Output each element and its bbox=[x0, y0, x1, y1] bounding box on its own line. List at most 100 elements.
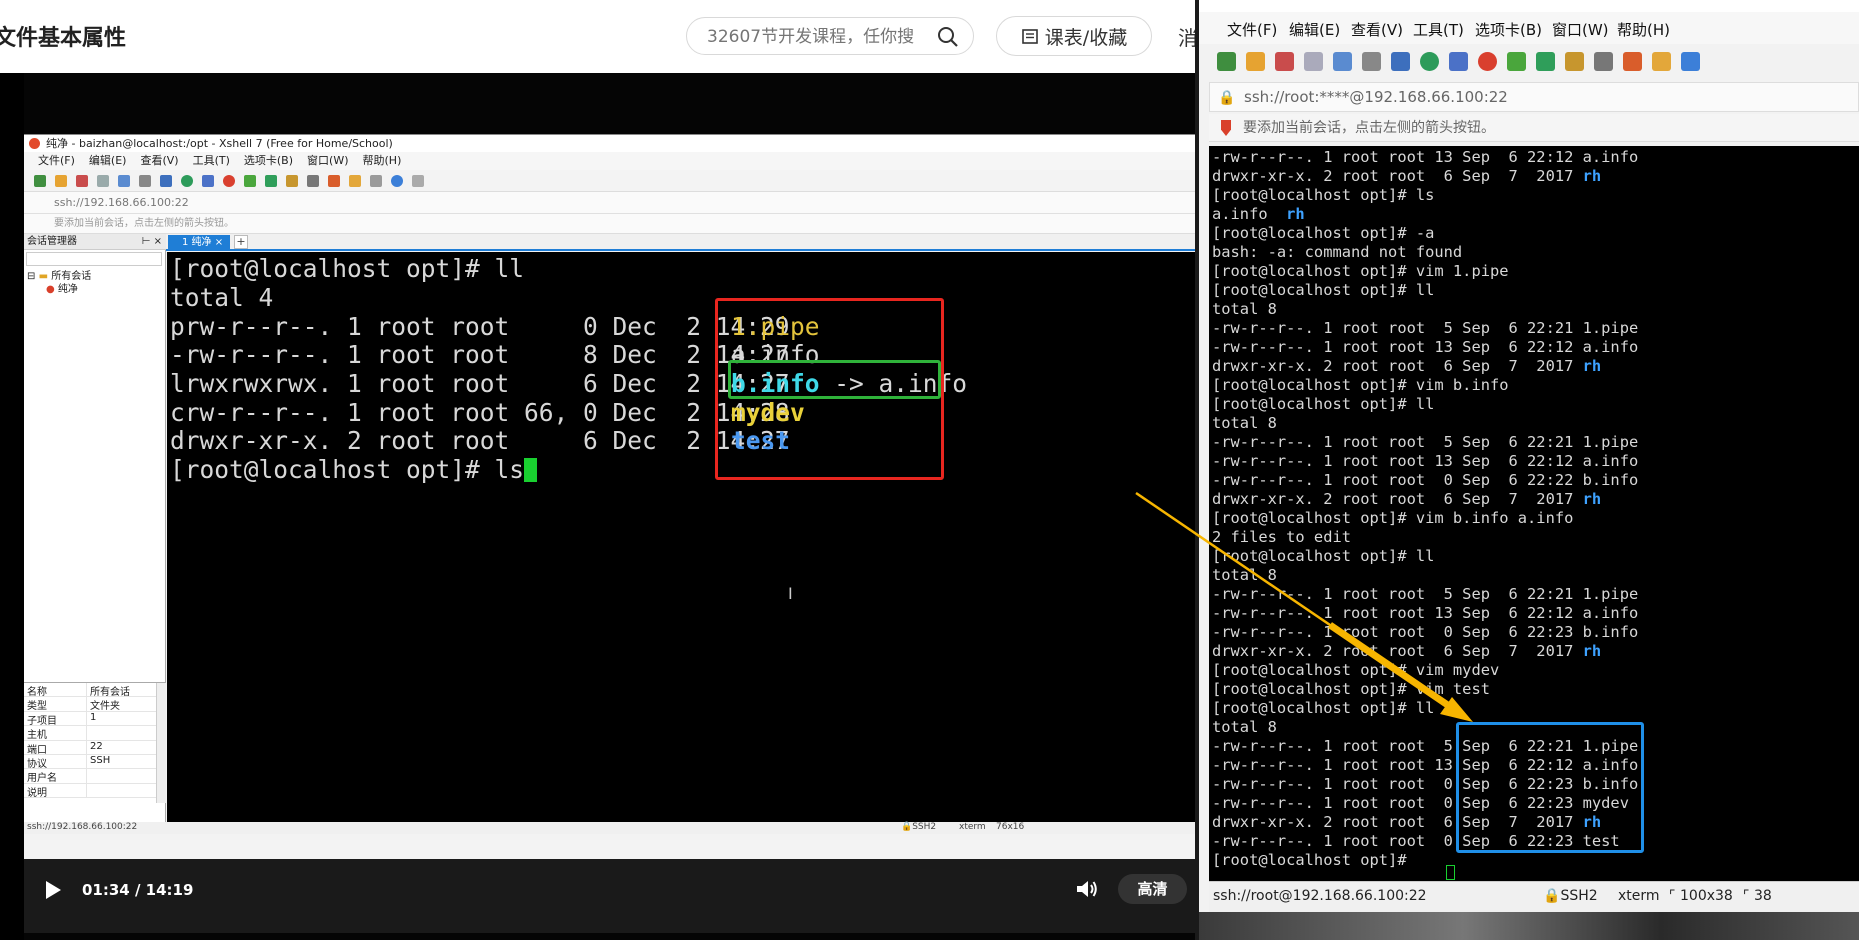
terminal-line: 2 files to edit bbox=[1212, 528, 1351, 546]
menu-view[interactable]: 查看(V) bbox=[1351, 19, 1403, 40]
new-session-icon[interactable] bbox=[34, 174, 46, 187]
video-player[interactable]: 纯净 - baizhan@localhost:/opt - Xshell 7 (… bbox=[24, 73, 1195, 940]
embedded-toolbar bbox=[24, 170, 1195, 192]
tree-item-session[interactable]: ● 纯净 bbox=[46, 280, 78, 295]
directory-name: rh bbox=[1582, 642, 1602, 660]
tab-label: 1 纯净 bbox=[182, 237, 212, 248]
volume-icon[interactable] bbox=[1076, 879, 1098, 899]
keyboard-icon[interactable] bbox=[307, 174, 319, 187]
layout-split-icon[interactable] bbox=[1681, 51, 1700, 71]
status-term: xterm bbox=[1618, 888, 1660, 904]
highlight-icon[interactable] bbox=[1623, 51, 1642, 71]
globe-icon[interactable] bbox=[181, 174, 193, 187]
properties-icon[interactable] bbox=[118, 174, 130, 187]
script-icon[interactable] bbox=[1507, 51, 1526, 71]
properties-icon[interactable] bbox=[1333, 51, 1352, 71]
connect-icon[interactable] bbox=[76, 174, 88, 187]
menu-tabs[interactable]: 选项卡(B) bbox=[1475, 19, 1542, 40]
address-text: ssh://root:****@192.168.66.100:22 bbox=[1244, 88, 1508, 106]
fullscreen-icon[interactable] bbox=[1536, 51, 1555, 71]
layout-icon[interactable] bbox=[1391, 51, 1410, 71]
terminal-line: -rw-r--r--. 1 root root 0 Sep 6 22:23 b.… bbox=[1212, 623, 1639, 641]
schedule-favorites-button[interactable]: 课表/收藏 bbox=[996, 16, 1152, 56]
terminal-line: [root@localhost opt]# -a bbox=[1212, 224, 1435, 242]
grid-icon[interactable] bbox=[370, 174, 382, 187]
embedded-hint-text: 要添加当前会话，点击左侧的箭头按钮。 bbox=[54, 218, 234, 229]
window-title-bar bbox=[1199, 0, 1859, 12]
open-folder-icon[interactable] bbox=[1246, 51, 1265, 71]
globe-icon[interactable] bbox=[1420, 51, 1439, 71]
open-folder-icon[interactable] bbox=[55, 174, 67, 187]
terminal-line: -rw-r--r--. 1 root root 5 Sep 6 22:21 1.… bbox=[1212, 319, 1639, 337]
menu-window[interactable]: 窗口(W) bbox=[307, 154, 348, 167]
property-row: 子项目 1 bbox=[24, 711, 156, 727]
menu-tabs[interactable]: 选项卡(B) bbox=[244, 154, 293, 167]
menu-tools[interactable]: 工具(T) bbox=[193, 154, 230, 167]
menu-file[interactable]: 文件(F) bbox=[1227, 19, 1277, 40]
lock-icon[interactable] bbox=[1565, 51, 1584, 71]
menu-view[interactable]: 查看(V) bbox=[140, 154, 178, 167]
menu-file[interactable]: 文件(F) bbox=[38, 154, 75, 167]
menu-tools[interactable]: 工具(T) bbox=[1413, 19, 1464, 40]
terminal-line: [root@localhost opt]# vim b.info a.info bbox=[1212, 509, 1574, 527]
find-icon[interactable] bbox=[1362, 51, 1381, 71]
chat-icon[interactable] bbox=[412, 174, 424, 187]
find-icon[interactable] bbox=[139, 174, 151, 187]
status-extra: ⌜ 38 bbox=[1743, 888, 1772, 904]
session-tab-bar: 1 纯净 × + bbox=[166, 234, 1195, 251]
script-icon[interactable] bbox=[244, 174, 256, 187]
menu-help[interactable]: 帮助(H) bbox=[1617, 19, 1670, 40]
new-session-icon[interactable] bbox=[1217, 51, 1236, 71]
font-icon[interactable] bbox=[1449, 51, 1468, 71]
session-manager-header: 会话管理器 ⊢ × bbox=[24, 234, 166, 250]
pin-close-icon[interactable]: ⊢ × bbox=[142, 234, 162, 250]
embedded-xshell-window: 纯净 - baizhan@localhost:/opt - Xshell 7 (… bbox=[24, 134, 1195, 859]
menu-help[interactable]: 帮助(H) bbox=[363, 154, 402, 167]
play-button[interactable] bbox=[46, 881, 61, 899]
search-box[interactable] bbox=[686, 17, 974, 55]
embedded-session-hint: 要添加当前会话，点击左侧的箭头按钮。 bbox=[24, 214, 1195, 234]
layout-icon[interactable] bbox=[160, 174, 172, 187]
file-meta: prw-r--r--. 1 root root 0 Dec 2 14:29 bbox=[170, 312, 790, 341]
connect-icon[interactable] bbox=[1275, 51, 1294, 71]
highlight-icon[interactable] bbox=[328, 174, 340, 187]
session-search-input[interactable] bbox=[26, 252, 162, 266]
transfer-icon[interactable] bbox=[349, 174, 361, 187]
terminal-line: drwxr-xr-x. 2 root root 6 Sep 7 2017 rh bbox=[1212, 167, 1602, 185]
hint-text: 要添加当前会话，点击左侧的箭头按钮。 bbox=[1243, 120, 1495, 136]
transfer-icon[interactable] bbox=[1652, 51, 1671, 71]
help-icon[interactable] bbox=[391, 174, 403, 187]
add-tab-button[interactable]: + bbox=[234, 235, 248, 249]
terminal[interactable]: -rw-r--r--. 1 root root 13 Sep 6 22:12 a… bbox=[1209, 146, 1859, 881]
file-meta: lrwxrwxrwx. 1 root root 6 Dec 2 14:27 bbox=[170, 369, 790, 398]
embedded-address-bar[interactable]: ssh://192.168.66.100:22 bbox=[24, 192, 1195, 214]
menu-edit[interactable]: 编辑(E) bbox=[89, 154, 127, 167]
search-icon[interactable] bbox=[937, 26, 959, 48]
font-icon[interactable] bbox=[202, 174, 214, 187]
property-row: 说明 bbox=[24, 783, 156, 799]
embedded-status-size: 76x16 bbox=[996, 822, 1025, 832]
properties-scrollbar[interactable] bbox=[156, 683, 166, 803]
embedded-terminal[interactable]: [root@localhost opt]# ll total 4 prw-r--… bbox=[167, 252, 1195, 822]
terminal-line: [root@localhost opt]# ll bbox=[1212, 699, 1435, 717]
xshell-logo-icon bbox=[29, 138, 40, 149]
video-control-bar: 01:34 / 14:19 高清 bbox=[24, 859, 1195, 933]
lock-icon[interactable] bbox=[286, 174, 298, 187]
tab-session-1[interactable]: 1 纯净 × bbox=[168, 235, 230, 251]
disconnect-icon[interactable] bbox=[97, 174, 109, 187]
session-manager-title: 会话管理器 bbox=[27, 236, 77, 247]
quality-button[interactable]: 高清 bbox=[1118, 874, 1187, 904]
xftp-icon[interactable] bbox=[1478, 51, 1497, 71]
status-address: ssh://root@192.168.66.100:22 bbox=[1213, 888, 1427, 904]
menu-bar: 文件(F) 编辑(E) 查看(V) 工具(T) 选项卡(B) 窗口(W) 帮助(… bbox=[1199, 12, 1859, 44]
menu-edit[interactable]: 编辑(E) bbox=[1289, 19, 1340, 40]
terminal-line: -rw-r--r--. 1 root root 0 Sep 6 22:22 b.… bbox=[1212, 471, 1639, 489]
disconnect-icon[interactable] bbox=[1304, 51, 1323, 71]
xftp-icon[interactable] bbox=[223, 174, 235, 187]
menu-window[interactable]: 窗口(W) bbox=[1552, 19, 1609, 40]
search-input[interactable] bbox=[705, 26, 925, 48]
address-bar[interactable]: ssh://root:****@192.168.66.100:22 bbox=[1209, 82, 1859, 112]
fullscreen-icon[interactable] bbox=[265, 174, 277, 187]
file-meta: -rw-r--r--. 1 root root 8 Dec 2 14:27 bbox=[170, 340, 790, 369]
keyboard-icon[interactable] bbox=[1594, 51, 1613, 71]
